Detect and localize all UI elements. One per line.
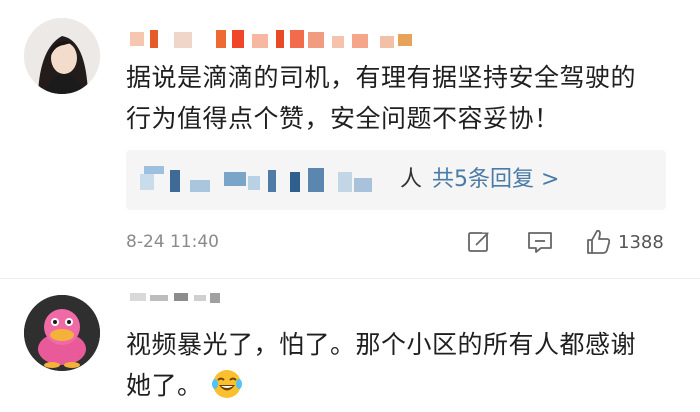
- laughing-tears-emoji-icon: [211, 370, 242, 398]
- comment-icon: [528, 232, 552, 253]
- user-avatar[interactable]: [24, 295, 100, 371]
- comment-text-content: 视频暴光了，怕了。那个小区的所有人都感谢 她了。: [126, 330, 637, 400]
- comment-item: 据说是滴滴的司机，有理有据坚持安全驾驶的 行为值得点个赞，安全问题不容妥协！ 人…: [0, 0, 700, 278]
- username-redacted: [130, 28, 420, 50]
- comment-text: 据说是滴滴的司机，有理有据坚持安全驾驶的 行为值得点个赞，安全问题不容妥协！: [126, 63, 637, 133]
- reply-summary: 人共5条回复 >: [400, 167, 560, 192]
- portrait-image: [24, 18, 100, 94]
- reply-button[interactable]: [526, 228, 554, 256]
- user-avatar[interactable]: [24, 18, 100, 94]
- thumbs-up-icon: [587, 229, 611, 254]
- like-count: 1388: [618, 231, 664, 253]
- comment-text: 视频暴光了，怕了。那个小区的所有人都感谢 她了。: [126, 324, 678, 406]
- like-button[interactable]: 1388: [584, 228, 664, 256]
- username-redacted: [130, 291, 240, 313]
- reply-users-redacted: [140, 166, 390, 196]
- view-replies-link[interactable]: 共5条回复 >: [432, 167, 559, 192]
- comment-meta: 8-24 11:40 1388: [126, 228, 678, 256]
- share-button[interactable]: [466, 228, 492, 256]
- replies-preview[interactable]: 人共5条回复 >: [126, 150, 666, 210]
- comment-item: 视频暴光了，怕了。那个小区的所有人都感谢 她了。: [0, 279, 700, 412]
- share-edit-icon: [468, 229, 492, 252]
- comment-timestamp: 8-24 11:40: [126, 232, 219, 252]
- pink-duck-toy-image: [24, 295, 100, 371]
